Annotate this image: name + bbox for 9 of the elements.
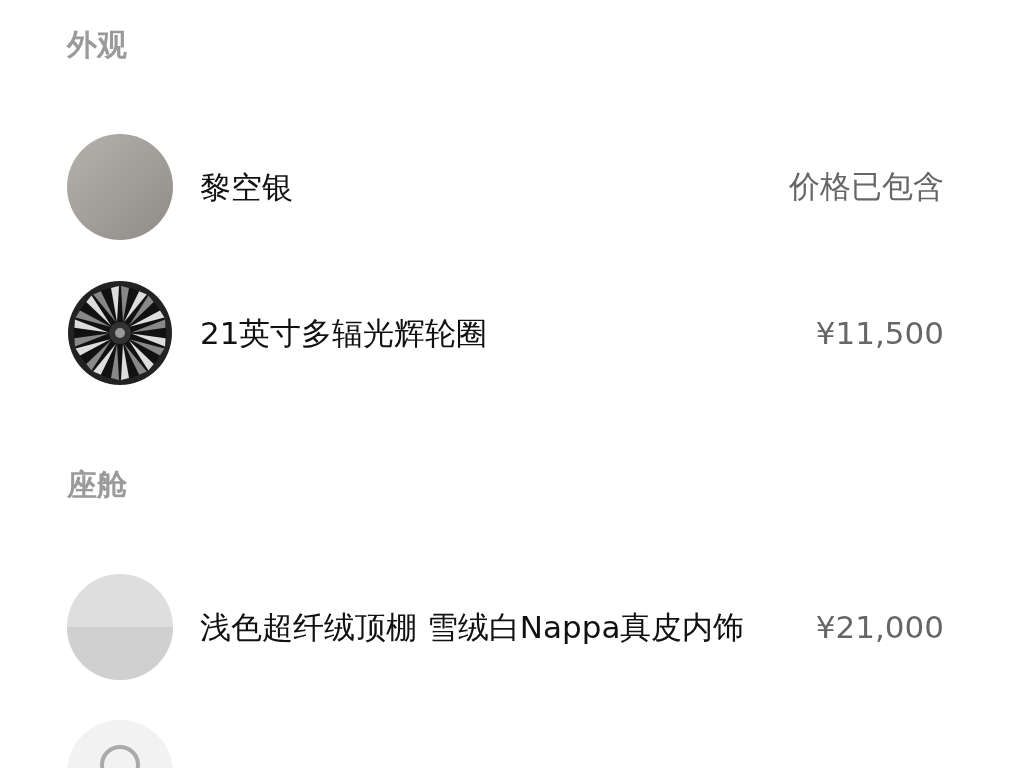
section-title: 外观 bbox=[67, 26, 128, 64]
option-name: 浅色超纤绒顶棚 雪绒白Nappa真皮内饰 bbox=[200, 608, 746, 647]
option-name: 21英寸多辐光辉轮圈 bbox=[200, 314, 489, 353]
wheel-icon bbox=[67, 280, 173, 386]
option-price: ¥11,500 bbox=[815, 315, 944, 351]
option-name: 黎空银 bbox=[200, 168, 294, 207]
section-title: 座舱 bbox=[67, 466, 128, 504]
option-price: 价格已包含 bbox=[789, 167, 944, 206]
option-price: ¥21,000 bbox=[815, 609, 944, 645]
